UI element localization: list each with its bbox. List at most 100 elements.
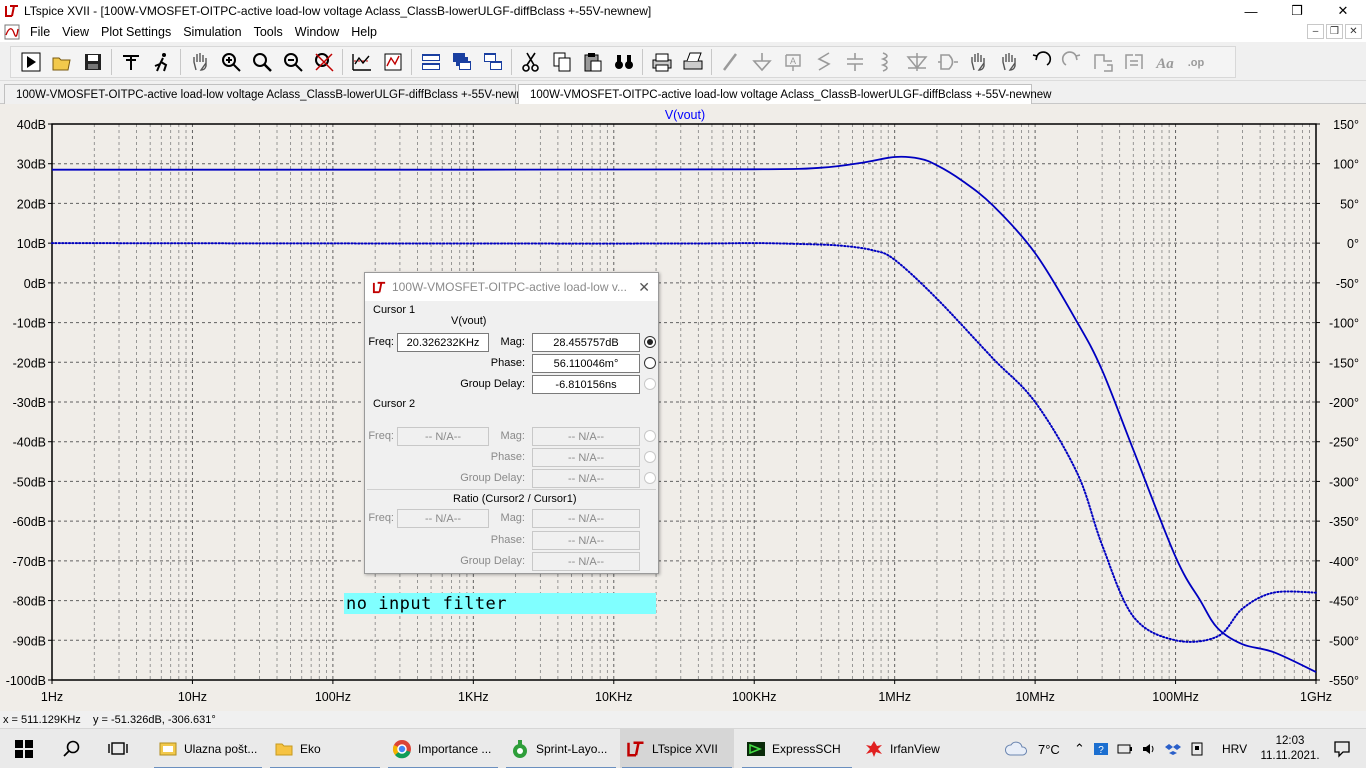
zoom-in-button[interactable] [215,47,246,77]
undo-button[interactable] [1025,47,1056,77]
cursor1-group-delay-radio[interactable] [644,378,656,390]
mdi-close-button[interactable]: ✕ [1345,24,1362,39]
text-button[interactable]: Aa [1149,47,1180,77]
ratio-phase-field[interactable]: -- N/A-- [532,531,640,550]
mark-button[interactable] [377,47,408,77]
wire-button[interactable] [715,47,746,77]
mirror-button[interactable] [1118,47,1149,77]
cursor2-mag-field[interactable]: -- N/A-- [532,427,640,446]
battery-icon[interactable] [1117,741,1133,757]
start-button[interactable] [0,729,48,768]
minimize-button[interactable]: — [1228,0,1274,22]
cursor-window-titlebar[interactable]: 100W-VMOSFET-OITPC-active load-low v... … [365,273,658,301]
zoom-out-button[interactable] [277,47,308,77]
tab-waveform[interactable]: 100W-VMOSFET-OITPC-active load-low volta… [518,84,1051,104]
rotate-button[interactable] [1087,47,1118,77]
waveform-plot[interactable]: 1Hz 10Hz 100Hz 1KHz 10KHz 100KHz 1MHz 10MHz 100M… [0,104,1366,711]
find-button[interactable] [608,47,639,77]
y-left-tick-label: -60dB [13,515,46,529]
cursor1-phase-radio[interactable] [644,357,656,369]
volume-icon[interactable] [1141,741,1157,757]
dropbox-icon[interactable] [1164,741,1181,757]
cut-button[interactable] [515,47,546,77]
task-view-button[interactable] [96,729,140,768]
tile-horizontal-button[interactable] [415,47,446,77]
weather-widget[interactable]: 7°C [1004,729,1060,768]
run-button[interactable] [15,47,46,77]
network-icon[interactable]: ? [1093,741,1109,757]
cursor2-group-delay-radio[interactable] [644,472,656,484]
open-button[interactable] [46,47,77,77]
cursor1-mag-field[interactable]: 28.455757dB [532,333,640,352]
tile-vertical-button[interactable] [477,47,508,77]
cursor2-mag-radio[interactable] [644,430,656,442]
cursor2-freq-field[interactable]: -- N/A-- [397,427,489,446]
ground-button[interactable] [746,47,777,77]
cursor1-phase-field[interactable]: 56.110046m° [532,354,640,373]
print-setup-button[interactable] [677,47,708,77]
control-panel-button[interactable] [115,47,146,77]
cursor-window[interactable]: 100W-VMOSFET-OITPC-active load-low v... … [364,272,659,574]
menu-plot-settings[interactable]: Plot Settings [95,25,177,39]
redo-button[interactable] [1056,47,1087,77]
waveform-document-icon[interactable] [4,24,20,40]
save-button[interactable] [77,47,108,77]
run-halt-button[interactable] [146,47,177,77]
copy-button[interactable] [546,47,577,77]
zoom-box-button[interactable] [246,47,277,77]
chevron-up-icon[interactable]: ⌃ [1074,741,1085,757]
component-button[interactable] [932,47,963,77]
move-button[interactable] [963,47,994,77]
capacitor-button[interactable] [839,47,870,77]
cursor2-group-delay-field[interactable]: -- N/A-- [532,469,640,488]
ratio-group-delay-field[interactable]: -- N/A-- [532,552,640,571]
cursor1-group-delay-field[interactable]: -6.810156ns [532,375,640,394]
tab-schematic[interactable]: 100W-VMOSFET-OITPC-active load-low volta… [4,84,537,104]
taskbar-app-mail[interactable]: Ulazna pošt... [152,729,264,768]
menu-window[interactable]: Window [289,25,345,39]
language-indicator[interactable]: HRV [1222,729,1247,768]
menu-file[interactable]: File [24,25,56,39]
mdi-restore-button[interactable]: ❒ [1326,24,1343,39]
bode-plot-svg[interactable]: 1Hz 10Hz 100Hz 1KHz 10KHz 100KHz 1MHz 10MHz 100M… [0,104,1366,711]
clock[interactable]: 12:03 11.11.2021. [1258,729,1322,768]
cursor2-mag-label: Mag: [500,430,525,442]
menu-help[interactable]: Help [345,25,383,39]
cascade-button[interactable] [446,47,477,77]
print-button[interactable] [646,47,677,77]
taskbar-app-folder[interactable]: Eko [268,729,382,768]
inductor-button[interactable] [870,47,901,77]
taskbar-app-expresssch[interactable]: ExpressSCH [740,729,854,768]
cursor2-phase-field[interactable]: -- N/A-- [532,448,640,467]
cursor2-phase-radio[interactable] [644,451,656,463]
paste-button[interactable] [577,47,608,77]
annotation-text[interactable]: no input filter [344,593,656,614]
ratio-freq-field[interactable]: -- N/A-- [397,509,489,528]
trace-label[interactable]: V(vout) [665,108,705,122]
ratio-mag-field[interactable]: -- N/A-- [532,509,640,528]
taskbar-app-sprint-layout[interactable]: Sprint-Layo... [504,729,618,768]
zoom-fit-button[interactable] [308,47,339,77]
maximize-button[interactable]: ❒ [1274,0,1320,22]
label-button[interactable]: A [777,47,808,77]
pan-button[interactable] [184,47,215,77]
close-button[interactable]: ✕ [1320,0,1366,22]
resistor-button[interactable] [808,47,839,77]
taskbar-app-ltspice[interactable]: LTspice XVII [620,729,734,768]
search-button[interactable] [50,729,94,768]
autorange-button[interactable] [346,47,377,77]
menu-simulation[interactable]: Simulation [177,25,247,39]
drag-button[interactable] [994,47,1025,77]
menu-tools[interactable]: Tools [248,25,289,39]
mdi-minimize-button[interactable]: – [1307,24,1324,39]
taskbar-app-irfanview[interactable]: IrfanView [858,729,972,768]
diode-button[interactable] [901,47,932,77]
cursor-window-close-icon[interactable]: ✕ [638,279,650,296]
cursor1-freq-field[interactable]: 20.326232KHz [397,333,489,352]
cursor1-mag-radio[interactable] [644,336,656,348]
taskbar-app-chrome[interactable]: Importance ... [386,729,500,768]
spice-directive-button[interactable]: .op [1180,47,1211,77]
usb-icon[interactable] [1189,741,1205,757]
menu-view[interactable]: View [56,25,95,39]
notification-button[interactable] [1324,729,1360,768]
